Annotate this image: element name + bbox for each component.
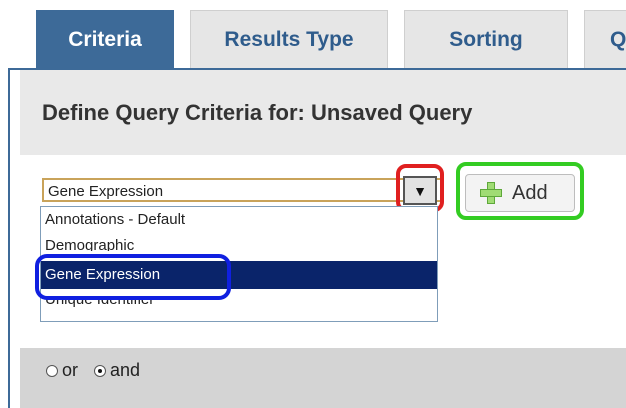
or-radio[interactable] [46, 364, 58, 377]
gene-expression-highlight [35, 254, 231, 300]
tab-sorting[interactable]: Sorting [404, 10, 568, 68]
tab-results-type[interactable]: Results Type [190, 10, 388, 68]
add-button-highlight [456, 162, 584, 220]
panel-header: Define Query Criteria for: Unsaved Query [20, 70, 626, 155]
criteria-select[interactable]: Gene Expression [42, 178, 444, 202]
criteria-select-value: Gene Expression [48, 183, 164, 200]
and-radio[interactable] [94, 364, 107, 377]
option-demographic[interactable]: Demographic [41, 235, 437, 251]
tab-criteria[interactable]: Criteria [36, 10, 174, 68]
logic-radio-group: or and [46, 360, 156, 381]
and-label: and [110, 360, 141, 380]
option-annotations-default[interactable]: Annotations - Default [41, 209, 437, 233]
page-title: Define Query Criteria for: Unsaved Query [42, 100, 473, 125]
tab-q[interactable]: Q [584, 10, 626, 68]
dropdown-arrow-highlight [396, 164, 444, 212]
or-label: or [62, 360, 79, 380]
